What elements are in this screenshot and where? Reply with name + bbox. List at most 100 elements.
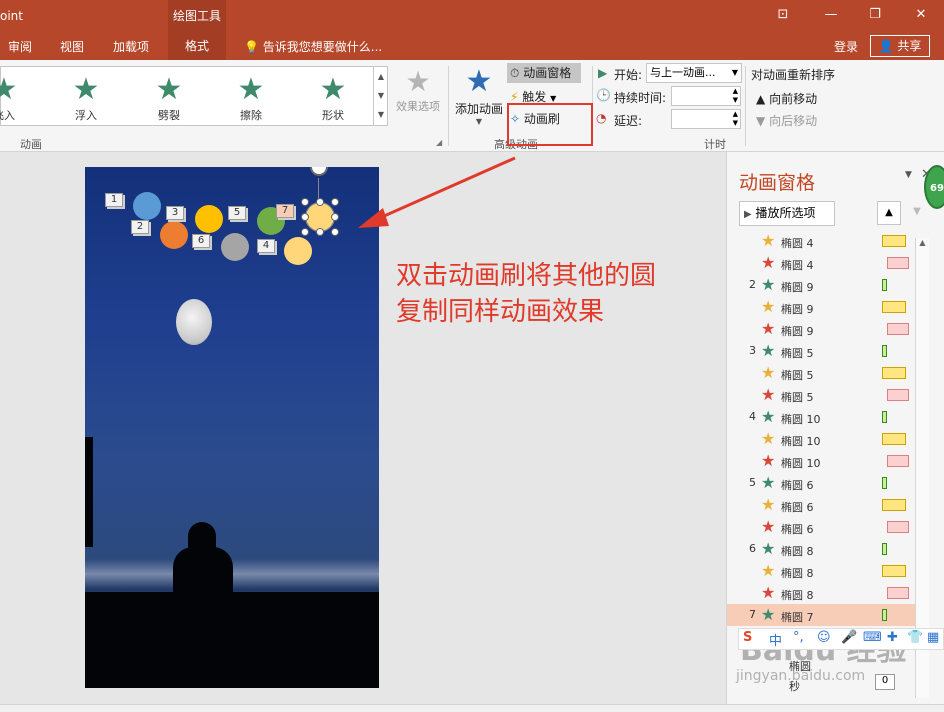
timeline-bar[interactable] — [882, 477, 887, 489]
add-animation-button[interactable]: ★ 添加动画 ▼ — [452, 64, 506, 126]
play-selected-button[interactable]: ▶ 播放所选项 — [739, 201, 835, 226]
timeline-bar[interactable] — [887, 587, 909, 599]
timeline-bar[interactable] — [887, 257, 909, 269]
resize-handle[interactable] — [301, 198, 309, 206]
ime-toolbar[interactable]: S 中 °, ☺ 🎤 ⌨ ✚ 👕 ▦ — [738, 628, 944, 650]
circle-selected[interactable] — [305, 202, 335, 232]
animation-list-item[interactable]: 4 ★ 椭圆 10 — [727, 406, 917, 428]
animation-list-item[interactable]: 7 ★ 椭圆 7 — [727, 604, 917, 626]
timeline-bar[interactable] — [887, 521, 909, 533]
animation-list-item[interactable]: 2 ★ 椭圆 9 — [727, 274, 917, 296]
timeline-bar[interactable] — [882, 367, 906, 379]
resize-handle[interactable] — [301, 228, 309, 236]
timeline-bar[interactable] — [887, 389, 909, 401]
timeline-bar[interactable] — [882, 235, 906, 247]
tab-format[interactable]: 格式 — [168, 33, 226, 60]
spinner-icon[interactable]: ▲ ▼ — [733, 110, 738, 128]
sogou-icon[interactable]: S — [743, 630, 752, 645]
resize-handle[interactable] — [316, 198, 324, 206]
circle-light-yellow[interactable] — [284, 237, 312, 265]
scroll-up-icon[interactable]: ▲ — [374, 67, 388, 86]
skin-icon[interactable]: 👕 — [907, 630, 923, 645]
resize-handle[interactable] — [331, 213, 339, 221]
animation-tag[interactable]: 5 — [228, 206, 246, 220]
animation-list-item[interactable]: ★ 椭圆 8 — [727, 560, 917, 582]
tab-review[interactable]: 审阅 — [8, 38, 32, 55]
delay-input[interactable]: ▲ ▼ — [671, 109, 741, 129]
pane-options-icon[interactable]: ▼ — [905, 170, 912, 180]
timeline-bar[interactable] — [882, 565, 906, 577]
gallery-item-shape[interactable]: ★ 形状 — [308, 73, 358, 123]
animation-list-item[interactable]: ★ 椭圆 5 — [727, 384, 917, 406]
timeline-bar[interactable] — [887, 323, 909, 335]
effect-options-button[interactable]: ★ 效果选项 — [392, 66, 444, 114]
timeline-bar[interactable] — [882, 543, 887, 555]
animation-list-item[interactable]: 6 ★ 椭圆 8 — [727, 538, 917, 560]
microphone-icon[interactable]: 🎤 — [841, 630, 857, 645]
resize-handle[interactable] — [316, 228, 324, 236]
timeline-bar[interactable] — [882, 301, 906, 313]
move-earlier-button[interactable]: ▲ 向前移动 — [756, 90, 817, 107]
ribbon-display-options-icon[interactable]: ⊡ — [774, 6, 792, 24]
gallery-item-wipe[interactable]: ★ 擦除 — [226, 73, 276, 123]
animation-list-item[interactable]: ★ 椭圆 9 — [727, 296, 917, 318]
dialog-launcher-icon[interactable]: ◢ — [436, 138, 442, 147]
restore-button[interactable]: ❐ — [866, 6, 884, 24]
animation-tag[interactable]: 3 — [166, 206, 184, 220]
animation-tag[interactable]: 6 — [192, 234, 210, 248]
circle-orange[interactable] — [160, 221, 188, 249]
scroll-up-icon[interactable]: ▲ — [916, 238, 929, 247]
tell-me-search[interactable]: 💡 告诉我您想要做什么... — [244, 38, 382, 55]
toolbox-icon[interactable]: ✚ — [887, 630, 898, 645]
punctuation-icon[interactable]: °, — [793, 630, 804, 645]
rotate-handle-icon[interactable] — [310, 167, 328, 176]
animation-list-item[interactable]: ★ 椭圆 8 — [727, 582, 917, 604]
gallery-scrollbar[interactable]: ▲ ▼ ▼ — [373, 67, 388, 125]
login-link[interactable]: 登录 — [834, 38, 858, 55]
timeline-bar[interactable] — [882, 433, 906, 445]
animation-list-item[interactable]: ★ 椭圆 9 — [727, 318, 917, 340]
expand-gallery-icon[interactable]: ▼ — [374, 105, 388, 124]
animation-tag[interactable]: 4 — [257, 239, 275, 253]
keyboard-icon[interactable]: ⌨ — [863, 630, 882, 645]
tab-addins[interactable]: 加载项 — [113, 38, 149, 55]
move-later-button[interactable]: ▼ 向后移动 — [756, 112, 817, 129]
resize-handle[interactable] — [331, 228, 339, 236]
animation-list-item[interactable]: 3 ★ 椭圆 5 — [727, 340, 917, 362]
resize-handle[interactable] — [331, 198, 339, 206]
animation-tag[interactable]: 2 — [131, 220, 149, 234]
start-dropdown[interactable]: 与上一动画... ▼ — [646, 63, 742, 83]
minimize-button[interactable]: — — [822, 6, 840, 24]
timeline-bar[interactable] — [887, 455, 909, 467]
animation-list-item[interactable]: ★ 椭圆 10 — [727, 428, 917, 450]
animation-list-item[interactable]: 5 ★ 椭圆 6 — [727, 472, 917, 494]
animation-list-item[interactable]: ★ 椭圆 6 — [727, 494, 917, 516]
animation-list-item[interactable]: ★ 椭圆 10 — [727, 450, 917, 472]
animation-pane-button[interactable]: ⏱ 动画窗格 — [507, 63, 581, 83]
move-down-button[interactable]: ▼ — [905, 201, 929, 225]
circle-blue[interactable] — [133, 192, 161, 220]
animation-list-item[interactable]: ★ 椭圆 4 — [727, 252, 917, 274]
circle-yellow[interactable] — [195, 205, 223, 233]
timeline-bar[interactable] — [882, 609, 887, 621]
gallery-item-float-in[interactable]: ★ 浮入 — [61, 73, 111, 123]
duration-input[interactable]: ▲ ▼ — [671, 86, 741, 106]
close-button[interactable]: ✕ — [912, 6, 930, 24]
animation-tag[interactable]: 1 — [105, 193, 123, 207]
timeline-bar[interactable] — [882, 411, 887, 423]
spinner-icon[interactable]: ▲ ▼ — [733, 87, 738, 105]
timeline-bar[interactable] — [882, 499, 906, 511]
circle-gray[interactable] — [221, 233, 249, 261]
tab-view[interactable]: 视图 — [60, 38, 84, 55]
timeline-zoom-field[interactable]: 0 — [875, 674, 895, 690]
ime-mode[interactable]: 中 — [769, 630, 782, 649]
gallery-item-split[interactable]: ★ 劈裂 — [144, 73, 194, 123]
animation-tag[interactable]: 7 — [276, 204, 294, 218]
animation-gallery[interactable]: ★ 飞入 ★ 浮入 ★ 劈裂 ★ 擦除 ★ 形状 ▲ ▼ ▼ — [0, 66, 388, 126]
move-up-button[interactable]: ▲ — [877, 201, 901, 225]
emoji-icon[interactable]: ☺ — [817, 630, 831, 645]
resize-handle[interactable] — [301, 213, 309, 221]
gallery-item-fly-in[interactable]: ★ 飞入 — [0, 73, 29, 123]
grid-icon[interactable]: ▦ — [927, 630, 939, 645]
animation-list-item[interactable]: ★ 椭圆 6 — [727, 516, 917, 538]
